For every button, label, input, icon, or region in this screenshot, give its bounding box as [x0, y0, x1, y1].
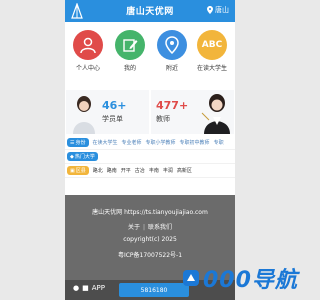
quick-icon-label: 在读大学生: [196, 65, 227, 72]
badge-label: 身份: [75, 140, 86, 146]
student-photo: [73, 96, 95, 134]
students-count: 46+: [102, 99, 127, 112]
teachers-count: 477+: [156, 99, 189, 112]
row-item-link[interactable]: 丰润: [163, 167, 173, 174]
abc-glyph: ABC: [201, 40, 223, 50]
watermark-text: 000导航: [203, 268, 298, 293]
districts-badge: ▣ 区县: [67, 166, 89, 175]
stat-banners: 46+ 学员单 477+ 教师: [65, 90, 235, 134]
quick-icon-personal-center[interactable]: 个人中心: [69, 30, 107, 72]
quick-icon-label: 个人中心: [75, 65, 100, 72]
row-item-link[interactable]: 专业老师: [122, 139, 142, 146]
row-identity: ☰ 身份 在读大学生 专业老师 专职小学教师 专职初中教师 专职: [65, 136, 235, 150]
quick-icon-label: 附近: [165, 65, 178, 72]
footer-separator: |: [142, 224, 146, 231]
row-item-link[interactable]: 丰南: [149, 167, 159, 174]
location-label: 唐山: [215, 6, 229, 14]
quick-icon-nearby[interactable]: 附近: [153, 30, 191, 72]
top-header: 唐山天优网 唐山: [65, 0, 235, 22]
watermark: 000导航: [182, 262, 298, 294]
row-districts: ▣ 区县 路北 路南 开平 古冶 丰南 丰润 高新区: [65, 164, 235, 178]
apple-icon: ●: [73, 284, 80, 292]
watermark-logo-icon: [183, 270, 199, 286]
location-pin-icon: [157, 30, 187, 60]
row-item-link[interactable]: 专职初中教师: [180, 139, 210, 146]
hot-universities-badge[interactable]: ◆ 热门大学: [67, 152, 98, 161]
row-item-link[interactable]: 古冶: [135, 167, 145, 174]
quick-icon-label: 我的: [123, 65, 136, 72]
abc-icon: ABC: [197, 30, 227, 60]
quick-icon-students[interactable]: ABC 在读大学生: [193, 30, 231, 72]
user-icon: [73, 30, 103, 60]
footer-site: 唐山天优网 https://ts.tianyoujiajiao.com: [92, 209, 208, 216]
contact-link[interactable]: 联系我们: [148, 224, 172, 231]
row-item-link[interactable]: 开平: [121, 167, 131, 174]
teachers-label: 教师: [156, 115, 170, 123]
quick-icon-mine[interactable]: 我的: [111, 30, 149, 72]
row-item-link[interactable]: 路北: [93, 167, 103, 174]
banner-students[interactable]: 46+ 学员单: [66, 90, 149, 134]
phone-button[interactable]: 5816180: [119, 283, 189, 297]
edit-icon: [115, 30, 145, 60]
quick-icons: 个人中心 我的 附近 ABC 在读大学生: [65, 30, 235, 85]
footer-icp[interactable]: 粤ICP备17007522号-1: [65, 250, 235, 259]
row-item-link[interactable]: 高新区: [177, 167, 192, 174]
app-label: APP: [91, 284, 105, 292]
footer-copyright: copyright(c) 2025: [123, 236, 177, 243]
footer-links: 关于 | 联系我们: [65, 222, 235, 231]
location-selector[interactable]: 唐山: [207, 5, 229, 15]
map-icon: ▣: [70, 167, 75, 174]
about-link[interactable]: 关于: [128, 224, 140, 231]
identity-badge: ☰ 身份: [67, 138, 89, 147]
tag-rows: ☰ 身份 在读大学生 专业老师 专职小学教师 专职初中教师 专职 ◆ 热门大学 …: [65, 136, 235, 178]
banner-teachers[interactable]: 477+ 教师: [151, 90, 234, 134]
mobile-page: 唐山天优网 唐山 个人中心 我的 附近 ABC 在读大学生 46+ 学员单 47…: [65, 0, 235, 300]
badge-label: 区县: [75, 168, 86, 174]
school-icon: ◆: [70, 153, 74, 160]
row-item-link[interactable]: 专职: [214, 139, 224, 146]
row-item-link[interactable]: 专职小学教师: [146, 139, 176, 146]
students-label: 学员单: [102, 115, 123, 123]
app-download[interactable]: ● ■ APP: [73, 284, 105, 292]
row-item-link[interactable]: 路南: [107, 167, 117, 174]
location-pin-icon: [207, 6, 213, 14]
row-item-link[interactable]: 在读大学生: [93, 139, 118, 146]
teacher-photo: [201, 94, 230, 134]
android-icon: ■: [82, 284, 89, 292]
row-hot-universities: ◆ 热门大学: [65, 150, 235, 164]
identity-icon: ☰: [70, 139, 75, 146]
badge-label: 热门大学: [74, 154, 95, 160]
phone-number: 5816180: [140, 286, 168, 294]
